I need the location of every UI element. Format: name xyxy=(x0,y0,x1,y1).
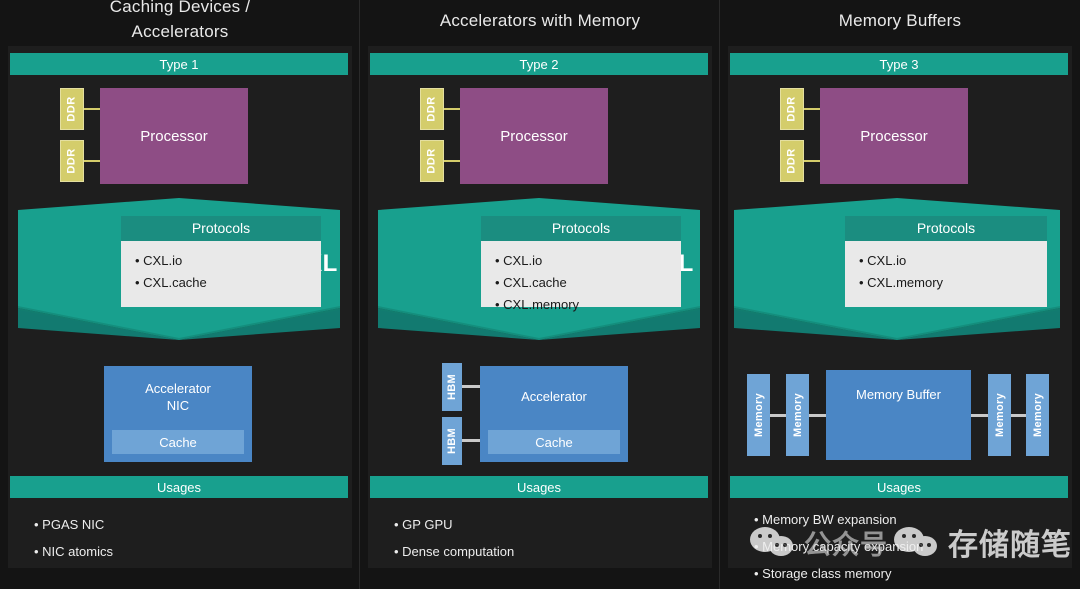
column-type-2: Accelerators with Memory Type 2 DDR DDR … xyxy=(288,0,720,589)
type-banner: Type 1 xyxy=(10,53,348,75)
column-title: Accelerators with Memory xyxy=(360,8,720,33)
column-type-3: Memory Buffers Type 3 DDR DDR Processor … xyxy=(644,0,1080,589)
usages-list: PGAS NIC NIC atomics xyxy=(34,511,346,565)
usage-item: Memory capacity expansion xyxy=(754,533,1066,560)
protocols-list: CXL.io CXL.memory xyxy=(845,241,1047,307)
ddr-label: DDR xyxy=(426,148,438,174)
protocol-item: CXL.cache xyxy=(135,272,321,294)
ddr-module: DDR xyxy=(60,140,84,182)
ddr-module: DDR xyxy=(780,88,804,130)
usages-banner: Usages xyxy=(370,476,708,498)
memory-label: Memory xyxy=(752,393,765,437)
protocols-card: Protocols CXL.io CXL.memory xyxy=(845,216,1047,307)
protocols-list: CXL.io CXL.cache CXL.memory xyxy=(481,241,681,312)
device-title-line-1: Memory Buffer xyxy=(855,387,941,402)
ddr-module: DDR xyxy=(420,140,444,182)
processor-block: Processor xyxy=(100,88,248,184)
device-block-accelerator-nic: Accelerator NIC Cache xyxy=(104,366,252,462)
ddr-module: DDR xyxy=(780,140,804,182)
device-cache-block: Cache xyxy=(112,430,244,454)
ddr-wire xyxy=(804,160,820,162)
ddr-label: DDR xyxy=(66,148,78,174)
column-title-line-1: Caching Devices / xyxy=(109,0,251,16)
device-block-accelerator: Accelerator Cache xyxy=(480,366,628,462)
device-title: Memory Buffer xyxy=(826,370,971,403)
memory-module: Memory xyxy=(988,374,1011,456)
memory-wire xyxy=(809,414,826,417)
ddr-label: DDR xyxy=(786,148,798,174)
memory-label: Memory xyxy=(1031,393,1044,437)
hbm-module: HBM xyxy=(442,363,462,411)
protocols-list: CXL.io CXL.cache xyxy=(121,241,321,307)
memory-wire xyxy=(1010,414,1026,417)
device-block-memory-buffer: Memory Buffer xyxy=(826,370,971,460)
hbm-wire xyxy=(462,439,480,442)
ddr-module: DDR xyxy=(420,88,444,130)
memory-module: Memory xyxy=(747,374,770,456)
column-title: Memory Buffers xyxy=(720,8,1080,33)
ddr-label: DDR xyxy=(426,96,438,122)
processor-row: DDR DDR Processor xyxy=(720,88,1080,186)
protocols-card: Protocols CXL.io CXL.cache xyxy=(121,216,321,307)
ddr-wire xyxy=(84,108,100,110)
protocol-item: CXL.cache xyxy=(495,272,681,294)
protocol-item: CXL.io xyxy=(135,250,321,272)
memory-module: Memory xyxy=(1026,374,1049,456)
protocol-item: CXL.io xyxy=(859,250,1047,272)
processor-row: DDR DDR Processor xyxy=(0,88,360,186)
usage-item: NIC atomics xyxy=(34,538,346,565)
processor-block: Processor xyxy=(820,88,968,184)
cxl-label: CXL xyxy=(0,250,114,278)
protocols-header: Protocols xyxy=(121,216,321,241)
ddr-label: DDR xyxy=(786,96,798,122)
usage-item: Dense computation xyxy=(394,538,706,565)
device-title-line-1: Accelerator xyxy=(145,381,211,396)
ddr-label: DDR xyxy=(66,96,78,122)
processor-row: DDR DDR Processor xyxy=(360,88,720,186)
diagram-stage: Caching Devices / Accelerators Type 1 DD… xyxy=(0,0,1080,589)
usages-banner: Usages xyxy=(730,476,1068,498)
hbm-label: HBM xyxy=(446,374,459,400)
usage-item: Memory BW expansion xyxy=(754,506,1066,533)
device-title-line-1: Accelerator xyxy=(521,389,587,404)
protocol-item: CXL.io xyxy=(495,250,681,272)
memory-module: Memory xyxy=(786,374,809,456)
ddr-wire xyxy=(84,160,100,162)
column-title-line-1: Memory Buffers xyxy=(838,11,962,30)
column-title-line-2: Accelerators xyxy=(131,22,229,41)
device-cache-block: Cache xyxy=(488,430,620,454)
processor-block: Processor xyxy=(460,88,608,184)
usage-item: Storage class memory xyxy=(754,560,1066,587)
ddr-wire xyxy=(804,108,820,110)
ddr-wire xyxy=(444,160,460,162)
usage-item: PGAS NIC xyxy=(34,511,346,538)
device-title: Accelerator xyxy=(480,366,628,405)
usages-list: Memory BW expansion Memory capacity expa… xyxy=(754,506,1066,587)
device-title-line-2: NIC xyxy=(166,398,190,413)
usages-banner: Usages xyxy=(10,476,348,498)
column-title-line-1: Accelerators with Memory xyxy=(439,11,641,30)
hbm-label: HBM xyxy=(446,428,459,454)
usages-list: GP GPU Dense computation xyxy=(394,511,706,565)
column-type-1: Caching Devices / Accelerators Type 1 DD… xyxy=(0,0,360,589)
hbm-wire xyxy=(462,385,480,388)
memory-wire xyxy=(971,414,988,417)
usage-item: GP GPU xyxy=(394,511,706,538)
hbm-module: HBM xyxy=(442,417,462,465)
type-banner: Type 3 xyxy=(730,53,1068,75)
memory-label: Memory xyxy=(993,393,1006,437)
type-banner: Type 2 xyxy=(370,53,708,75)
memory-label: Memory xyxy=(791,393,804,437)
ddr-wire xyxy=(444,108,460,110)
protocol-item: CXL.memory xyxy=(495,294,681,316)
ddr-module: DDR xyxy=(60,88,84,130)
protocols-header: Protocols xyxy=(481,216,681,241)
protocols-header: Protocols xyxy=(845,216,1047,241)
protocol-item: CXL.memory xyxy=(859,272,1047,294)
memory-wire xyxy=(770,414,786,417)
device-title: Accelerator NIC xyxy=(104,366,252,414)
column-title: Caching Devices / Accelerators xyxy=(0,0,360,44)
protocols-card: Protocols CXL.io CXL.cache CXL.memory xyxy=(481,216,681,312)
